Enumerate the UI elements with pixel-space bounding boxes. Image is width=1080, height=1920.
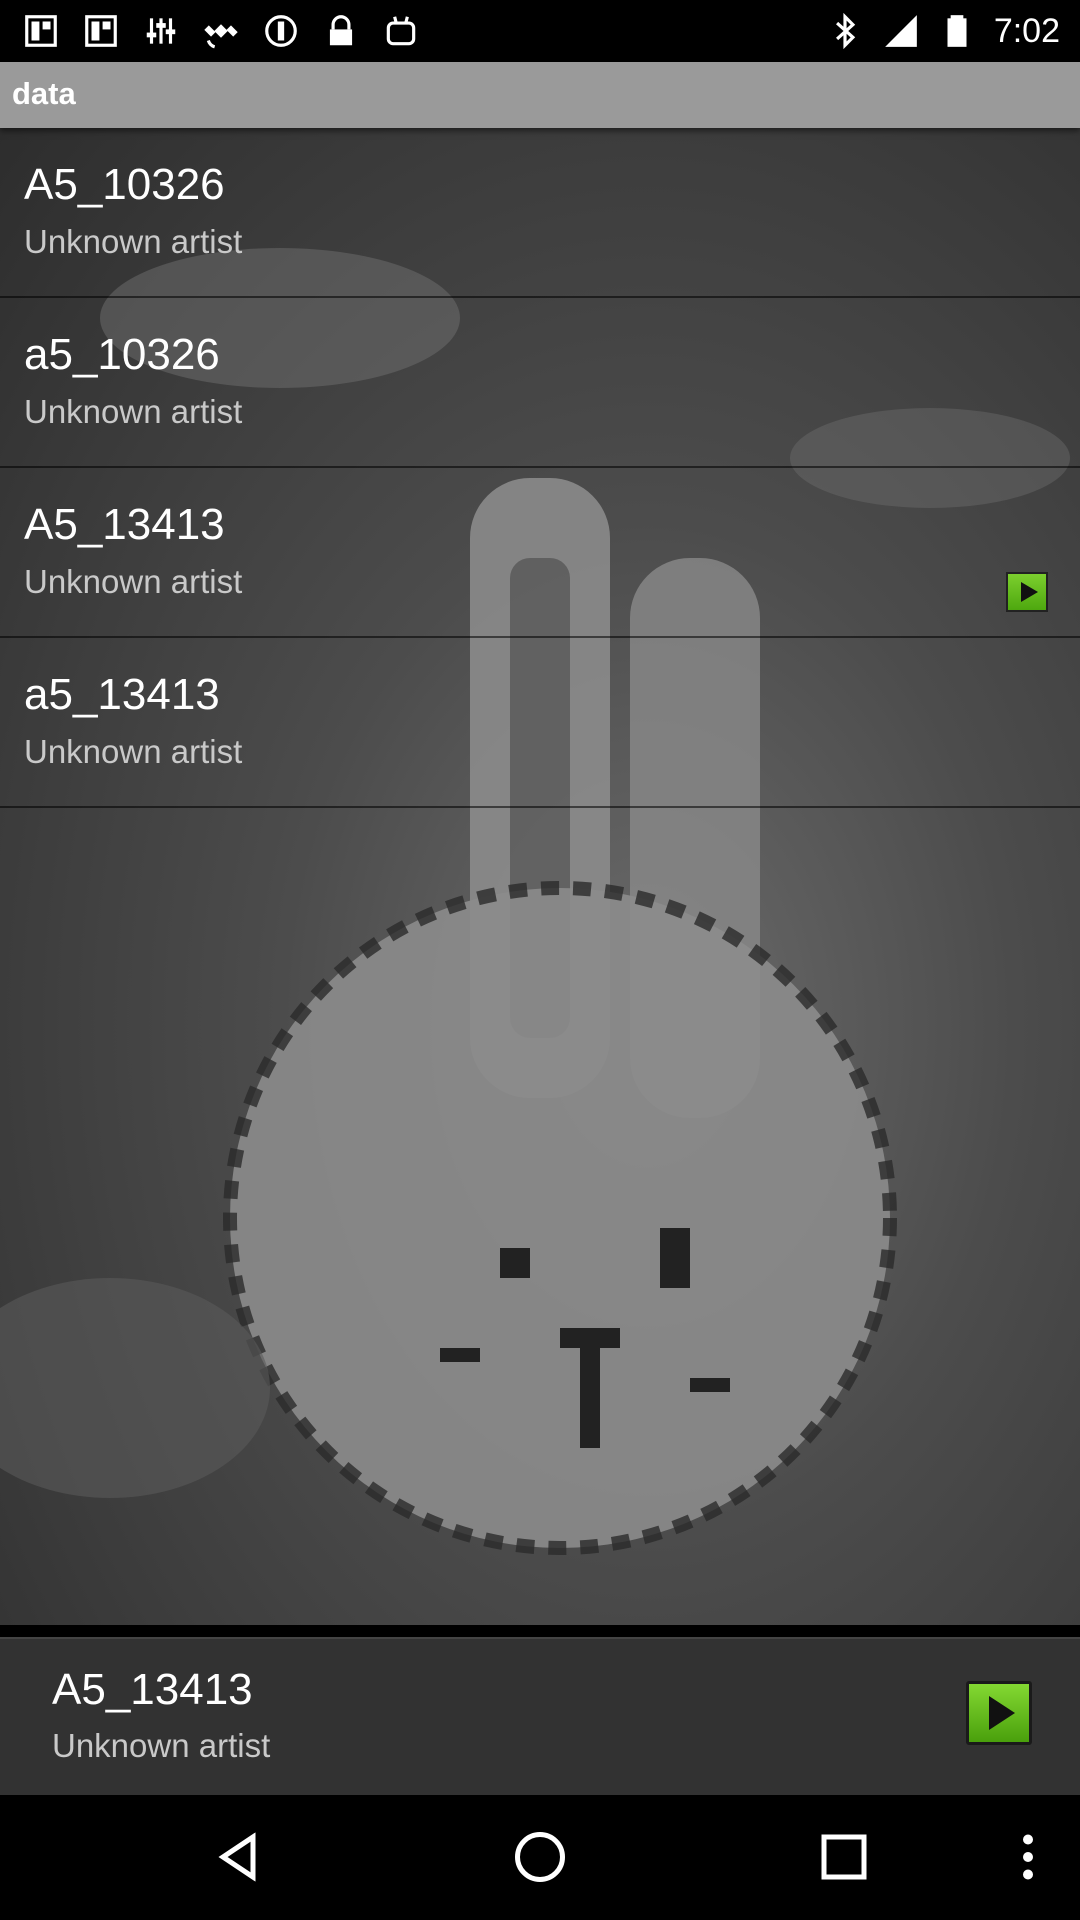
navigation-bar — [0, 1795, 1080, 1920]
list-item[interactable]: A5_13413 Unknown artist — [0, 468, 1080, 638]
home-icon[interactable] — [510, 1827, 570, 1887]
menu-icon[interactable] — [998, 1827, 1058, 1887]
song-artist: Unknown artist — [24, 223, 243, 260]
status-bar: 7:02 — [0, 0, 1080, 62]
now-playing-bar[interactable]: A5_13413 Unknown artist — [0, 1637, 1080, 1795]
satellite-icon — [202, 12, 240, 50]
lock-icon — [322, 12, 360, 50]
back-icon[interactable] — [208, 1827, 268, 1887]
list-item[interactable]: A5_10326 Unknown artist — [0, 128, 1080, 298]
screen: 7:02 data A5_10326 Unknown artist a5_103… — [0, 0, 1080, 1920]
song-list: A5_10326 Unknown artist a5_10326 Unknown… — [0, 128, 1080, 808]
photo-icon — [82, 12, 120, 50]
bluetooth-icon — [826, 12, 864, 50]
song-title: a5_10326 — [24, 330, 220, 379]
song-artist: Unknown artist — [24, 733, 243, 770]
song-artist: Unknown artist — [24, 393, 243, 430]
song-title: a5_13413 — [24, 670, 220, 719]
page-title: data — [12, 76, 76, 111]
song-title: A5_10326 — [24, 160, 225, 209]
equalizer-icon — [142, 12, 180, 50]
now-playing-title: A5_13413 — [52, 1665, 253, 1714]
recents-icon[interactable] — [814, 1827, 874, 1887]
battery-icon — [938, 12, 976, 50]
title-bar: data — [0, 62, 1080, 128]
signal-icon — [882, 12, 920, 50]
song-title: A5_13413 — [24, 500, 225, 549]
now-playing-artist: Unknown artist — [52, 1727, 271, 1764]
clock: 7:02 — [993, 11, 1060, 50]
now-playing-indicator-icon — [1006, 572, 1048, 612]
play-button[interactable] — [966, 1681, 1032, 1745]
circle-icon — [262, 12, 300, 50]
photo-icon — [22, 12, 60, 50]
list-item[interactable]: a5_13413 Unknown artist — [0, 638, 1080, 808]
list-item[interactable]: a5_10326 Unknown artist — [0, 298, 1080, 468]
song-artist: Unknown artist — [24, 563, 243, 600]
android-icon — [382, 12, 420, 50]
